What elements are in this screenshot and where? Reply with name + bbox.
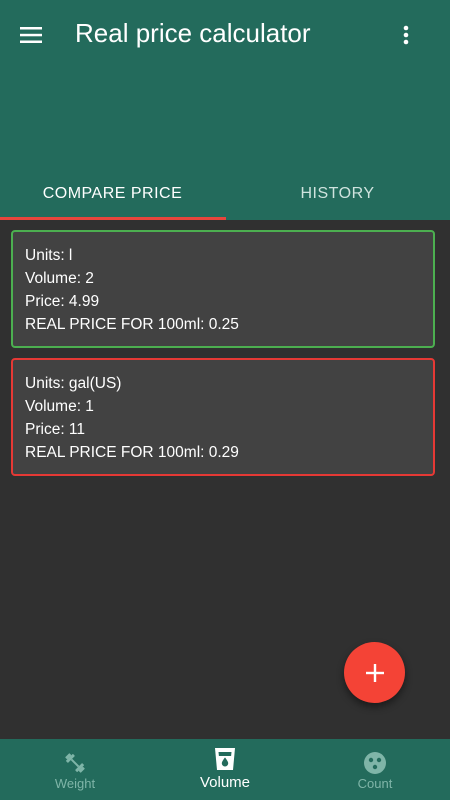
real-price-text: REAL PRICE FOR 100ml: 0.29 bbox=[25, 444, 239, 461]
more-options-button[interactable] bbox=[390, 20, 422, 50]
nav-label-count: Count bbox=[357, 776, 393, 791]
page-title: Real price calculator bbox=[75, 18, 311, 48]
price-card[interactable]: Units: l Volume: 2 Price: 4.99 REAL PRIC… bbox=[11, 230, 435, 348]
cup-icon bbox=[215, 748, 235, 770]
real-price-text: REAL PRICE FOR 100ml: 0.25 bbox=[25, 316, 239, 333]
nav-item-count[interactable]: Count bbox=[300, 739, 450, 800]
nav-item-weight[interactable]: Weight bbox=[0, 739, 150, 800]
dumbbell-icon bbox=[65, 753, 85, 773]
hamburger-menu-icon bbox=[20, 27, 42, 43]
price-text: Price: 4.99 bbox=[25, 293, 100, 310]
tab-bar: COMPARE PRICE HISTORY bbox=[0, 168, 450, 220]
tab-history[interactable]: HISTORY bbox=[225, 168, 450, 220]
units-text: Units: gal(US) bbox=[25, 375, 122, 392]
volume-text: Volume: 2 bbox=[25, 270, 94, 287]
nav-label-volume: Volume bbox=[199, 774, 251, 791]
tab-compare-price[interactable]: COMPARE PRICE bbox=[0, 168, 225, 220]
units-text: Units: l bbox=[25, 247, 73, 264]
price-text: Price: 11 bbox=[25, 421, 86, 438]
add-button[interactable] bbox=[344, 642, 405, 703]
count-icon bbox=[364, 752, 386, 774]
bottom-navigation: Weight Volume Count bbox=[0, 739, 450, 800]
plus-icon bbox=[365, 663, 384, 682]
volume-text: Volume: 1 bbox=[25, 398, 94, 415]
tab-indicator bbox=[0, 217, 226, 220]
app-bar: Real price calculator COMPARE PRICE HIST… bbox=[0, 0, 450, 220]
nav-label-weight: Weight bbox=[54, 776, 96, 791]
menu-button[interactable] bbox=[14, 20, 48, 50]
nav-item-volume[interactable]: Volume bbox=[150, 739, 300, 800]
price-card[interactable]: Units: gal(US) Volume: 1 Price: 11 REAL … bbox=[11, 358, 435, 476]
more-vert-icon bbox=[403, 25, 409, 45]
